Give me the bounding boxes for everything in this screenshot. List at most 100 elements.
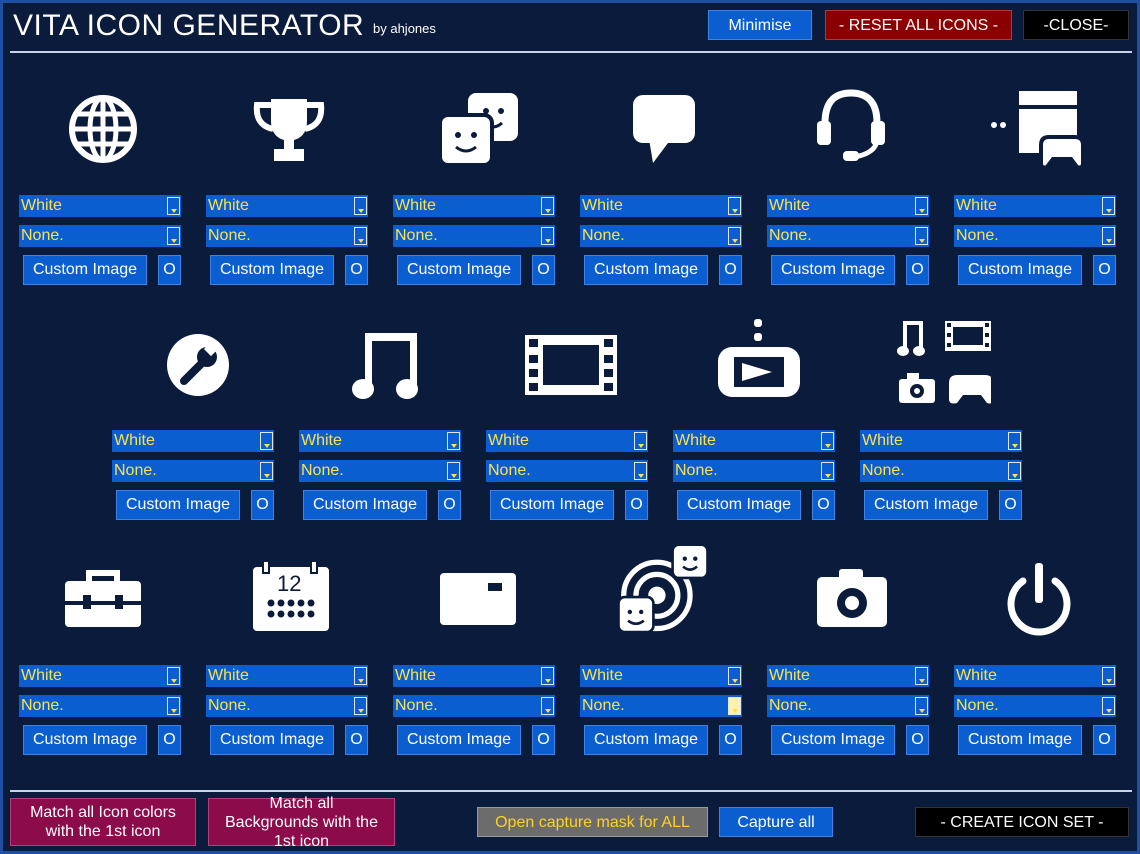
power-background-dropdown[interactable]: None. (954, 695, 1116, 717)
chevron-down-icon[interactable] (167, 667, 180, 685)
message-o-button[interactable]: O (719, 255, 742, 285)
calendar-o-button[interactable]: O (345, 725, 368, 755)
camera-custom-image-button[interactable]: Custom Image (771, 725, 895, 755)
content-manager-custom-image-button[interactable]: Custom Image (864, 490, 988, 520)
chevron-down-icon[interactable] (541, 667, 554, 685)
chevron-down-icon[interactable] (821, 432, 834, 450)
chevron-down-icon[interactable] (1102, 197, 1115, 215)
trophy-custom-image-button[interactable]: Custom Image (210, 255, 334, 285)
music-note-custom-image-button[interactable]: Custom Image (303, 490, 427, 520)
chevron-down-icon[interactable] (634, 462, 647, 480)
chevron-down-icon[interactable] (728, 697, 741, 715)
chevron-down-icon[interactable] (447, 462, 460, 480)
minimise-button[interactable]: Minimise (708, 10, 812, 40)
film-strip-color-dropdown[interactable]: White (486, 430, 648, 452)
chevron-down-icon[interactable] (167, 197, 180, 215)
chevron-down-icon[interactable] (728, 667, 741, 685)
chevron-down-icon[interactable] (821, 462, 834, 480)
chevron-down-icon[interactable] (354, 197, 367, 215)
settings-wrench-color-dropdown[interactable]: White (112, 430, 274, 452)
remote-play-o-button[interactable]: O (1093, 255, 1116, 285)
email-background-dropdown[interactable]: None. (393, 695, 555, 717)
chevron-down-icon[interactable] (167, 227, 180, 245)
chevron-down-icon[interactable] (728, 197, 741, 215)
headset-o-button[interactable]: O (906, 255, 929, 285)
camera-background-dropdown[interactable]: None. (767, 695, 929, 717)
remote-play-custom-image-button[interactable]: Custom Image (958, 255, 1082, 285)
chevron-down-icon[interactable] (447, 432, 460, 450)
settings-wrench-custom-image-button[interactable]: Custom Image (116, 490, 240, 520)
content-manager-background-dropdown[interactable]: None. (860, 460, 1022, 482)
close-button[interactable]: -CLOSE- (1023, 10, 1129, 40)
chevron-down-icon[interactable] (728, 227, 741, 245)
calendar-background-dropdown[interactable]: None. (206, 695, 368, 717)
chevron-down-icon[interactable] (915, 697, 928, 715)
content-manager-o-button[interactable]: O (999, 490, 1022, 520)
email-color-dropdown[interactable]: White (393, 665, 555, 687)
headset-color-dropdown[interactable]: White (767, 195, 929, 217)
calendar-color-dropdown[interactable]: White (206, 665, 368, 687)
settings-wrench-background-dropdown[interactable]: None. (112, 460, 274, 482)
toolbox-o-button[interactable]: O (158, 725, 181, 755)
chevron-down-icon[interactable] (541, 697, 554, 715)
capture-all-button[interactable]: Capture all (719, 807, 833, 837)
content-manager-color-dropdown[interactable]: White (860, 430, 1022, 452)
video-player-background-dropdown[interactable]: None. (673, 460, 835, 482)
power-color-dropdown[interactable]: White (954, 665, 1116, 687)
open-capture-mask-button[interactable]: Open capture mask for ALL (477, 807, 708, 837)
chevron-down-icon[interactable] (541, 197, 554, 215)
chevron-down-icon[interactable] (915, 227, 928, 245)
chevron-down-icon[interactable] (260, 432, 273, 450)
power-o-button[interactable]: O (1093, 725, 1116, 755)
chevron-down-icon[interactable] (915, 197, 928, 215)
message-color-dropdown[interactable]: White (580, 195, 742, 217)
near-background-dropdown[interactable]: None. (580, 695, 742, 717)
reset-all-icons-button[interactable]: - RESET ALL ICONS - (825, 10, 1012, 40)
chevron-down-icon[interactable] (1102, 227, 1115, 245)
video-player-custom-image-button[interactable]: Custom Image (677, 490, 801, 520)
headset-background-dropdown[interactable]: None. (767, 225, 929, 247)
toolbox-custom-image-button[interactable]: Custom Image (23, 725, 147, 755)
chevron-down-icon[interactable] (354, 667, 367, 685)
chevron-down-icon[interactable] (1008, 462, 1021, 480)
chevron-down-icon[interactable] (1008, 432, 1021, 450)
email-custom-image-button[interactable]: Custom Image (397, 725, 521, 755)
film-strip-background-dropdown[interactable]: None. (486, 460, 648, 482)
trophy-color-dropdown[interactable]: White (206, 195, 368, 217)
camera-o-button[interactable]: O (906, 725, 929, 755)
chevron-down-icon[interactable] (541, 227, 554, 245)
email-o-button[interactable]: O (532, 725, 555, 755)
toolbox-background-dropdown[interactable]: None. (19, 695, 181, 717)
remote-play-background-dropdown[interactable]: None. (954, 225, 1116, 247)
film-strip-custom-image-button[interactable]: Custom Image (490, 490, 614, 520)
camera-color-dropdown[interactable]: White (767, 665, 929, 687)
video-player-o-button[interactable]: O (812, 490, 835, 520)
film-strip-o-button[interactable]: O (625, 490, 648, 520)
create-icon-set-button[interactable]: - CREATE ICON SET - (915, 807, 1129, 837)
friends-custom-image-button[interactable]: Custom Image (397, 255, 521, 285)
trophy-o-button[interactable]: O (345, 255, 368, 285)
power-custom-image-button[interactable]: Custom Image (958, 725, 1082, 755)
globe-background-dropdown[interactable]: None. (19, 225, 181, 247)
globe-color-dropdown[interactable]: White (19, 195, 181, 217)
message-background-dropdown[interactable]: None. (580, 225, 742, 247)
friends-background-dropdown[interactable]: None. (393, 225, 555, 247)
match-backgrounds-button[interactable]: Match all Backgrounds with the 1st icon (208, 795, 395, 850)
toolbox-color-dropdown[interactable]: White (19, 665, 181, 687)
chevron-down-icon[interactable] (1102, 667, 1115, 685)
near-custom-image-button[interactable]: Custom Image (584, 725, 708, 755)
calendar-custom-image-button[interactable]: Custom Image (210, 725, 334, 755)
match-icon-colors-button[interactable]: Match all Icon colors with the 1st icon (10, 798, 196, 846)
chevron-down-icon[interactable] (354, 697, 367, 715)
message-custom-image-button[interactable]: Custom Image (584, 255, 708, 285)
friends-color-dropdown[interactable]: White (393, 195, 555, 217)
chevron-down-icon[interactable] (260, 462, 273, 480)
trophy-background-dropdown[interactable]: None. (206, 225, 368, 247)
chevron-down-icon[interactable] (167, 697, 180, 715)
near-color-dropdown[interactable]: White (580, 665, 742, 687)
friends-o-button[interactable]: O (532, 255, 555, 285)
music-note-color-dropdown[interactable]: White (299, 430, 461, 452)
headset-custom-image-button[interactable]: Custom Image (771, 255, 895, 285)
globe-custom-image-button[interactable]: Custom Image (23, 255, 147, 285)
music-note-o-button[interactable]: O (438, 490, 461, 520)
